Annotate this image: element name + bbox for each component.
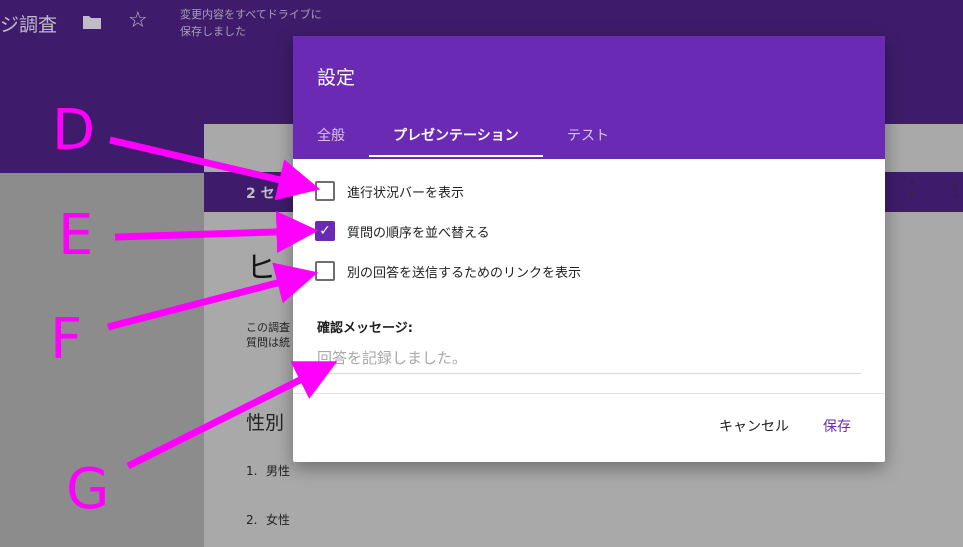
progress-bar-checkbox[interactable]: [315, 181, 335, 201]
question-title: 性別: [246, 412, 285, 434]
active-tab-indicator: [369, 155, 543, 157]
dialog-title: 設定: [317, 67, 356, 89]
settings-dialog: 設定 全般 プレゼンテーション テスト 進行状況バーを表示 ✓ 質問の順序を並べ…: [293, 36, 885, 462]
divider: [293, 393, 885, 394]
cancel-button[interactable]: キャンセル: [719, 416, 789, 436]
tab-presentation[interactable]: プレゼンテーション: [393, 125, 519, 145]
tab-general[interactable]: 全般: [317, 125, 345, 145]
tab-quiz[interactable]: テスト: [567, 125, 609, 145]
option-label: 質問の順序を並べ替える: [347, 225, 490, 241]
annotation-label-g: G: [66, 457, 110, 522]
option-label: 進行状況バーを表示: [347, 185, 465, 201]
confirmation-message-input[interactable]: [317, 342, 861, 374]
dialog-header: 設定 全般 プレゼンテーション テスト: [293, 36, 885, 159]
form-heading: ヒ: [246, 251, 276, 286]
save-button[interactable]: 保存: [823, 416, 851, 436]
option-shuffle-questions[interactable]: ✓ 質問の順序を並べ替える: [315, 220, 490, 242]
answer-option: 1. 男性: [246, 464, 291, 478]
confirmation-message-label: 確認メッセージ:: [317, 321, 413, 336]
star-icon[interactable]: ☆: [128, 10, 148, 32]
autosave-status: 変更内容をすべてドライブに 保存しました: [180, 8, 322, 38]
annotation-label-d: D: [52, 98, 96, 163]
check-icon: ✓: [319, 223, 331, 239]
option-label: 別の回答を送信するためのリンクを表示: [347, 265, 582, 281]
form-description: この調査 質問は統: [246, 321, 290, 349]
annotation-label-f: F: [50, 307, 83, 372]
form-title[interactable]: ジ調査: [0, 10, 57, 37]
collapse-icon[interactable]: ˄ ˅: [905, 181, 919, 207]
folder-icon[interactable]: [82, 14, 102, 30]
annotation-label-e: E: [58, 203, 94, 268]
section-label: 2 セ: [246, 186, 275, 202]
more-vert-icon[interactable]: ⋮: [946, 182, 963, 200]
submit-another-link-checkbox[interactable]: [315, 261, 335, 281]
shuffle-questions-checkbox[interactable]: ✓: [315, 221, 335, 241]
answer-option: 2. 女性: [246, 513, 291, 527]
option-progress-bar[interactable]: 進行状況バーを表示: [315, 180, 464, 202]
option-submit-another-link[interactable]: 別の回答を送信するためのリンクを表示: [315, 260, 581, 282]
